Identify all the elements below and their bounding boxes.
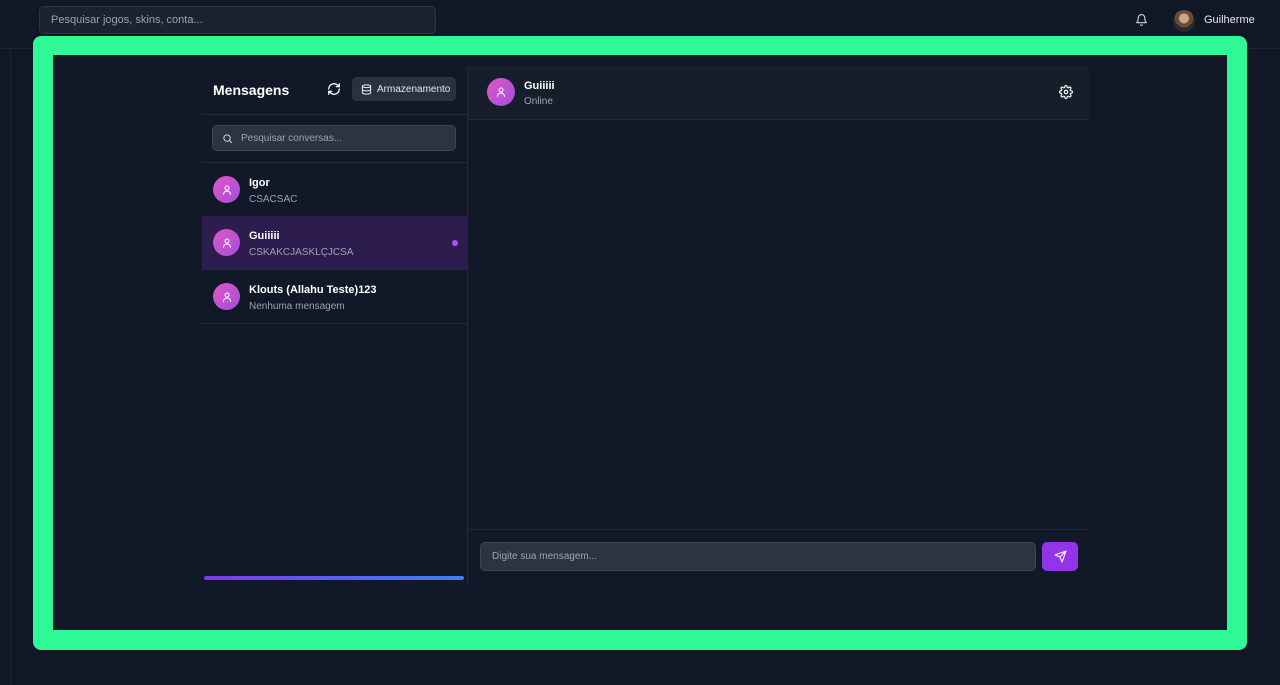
- user-name[interactable]: Guilherme: [1204, 14, 1255, 26]
- conversation-preview: CSKAKCJASKLÇJCSA: [249, 247, 354, 258]
- search-icon: [223, 133, 233, 143]
- conversation-preview: CSACSAC: [249, 194, 298, 205]
- conversation-item-igor[interactable]: Igor CSACSAC: [202, 163, 467, 217]
- bell-icon[interactable]: [1133, 12, 1149, 28]
- chat-messages-area: [468, 120, 1089, 529]
- user-avatar[interactable]: [1173, 10, 1195, 32]
- storage-progress-bar: [204, 576, 464, 580]
- conversation-preview: Nenhuma mensagem: [249, 301, 345, 312]
- database-icon: [361, 83, 372, 95]
- avatar: [213, 229, 240, 256]
- storage-button[interactable]: Armazenamento: [352, 77, 456, 101]
- conversation-search-input[interactable]: Pesquisar conversas...: [212, 125, 456, 151]
- chat-contact-status: Online: [524, 96, 553, 107]
- avatar: [213, 283, 240, 310]
- user-icon: [222, 238, 231, 248]
- message-input[interactable]: Digite sua mensagem...: [480, 542, 1036, 571]
- chat-contact-name: Guiiiii: [524, 80, 555, 92]
- unread-indicator: [452, 240, 458, 246]
- sidebar-title: Mensagens: [213, 82, 290, 98]
- global-search-input[interactable]: Pesquisar jogos, skins, conta...: [39, 6, 436, 34]
- avatar: [487, 78, 515, 106]
- conversation-name: Klouts (Allahu Teste)123: [249, 284, 377, 296]
- sidebar-header: Mensagens Armazenamento: [202, 66, 467, 115]
- storage-button-label: Armazenamento: [377, 83, 451, 95]
- conversation-name: Igor: [249, 177, 270, 189]
- conversation-name: Guiiiii: [249, 230, 280, 242]
- user-icon: [222, 185, 231, 195]
- send-button[interactable]: [1042, 542, 1078, 571]
- gear-icon: [1059, 85, 1073, 99]
- global-search-placeholder: Pesquisar jogos, skins, conta...: [51, 14, 203, 26]
- conversation-item-klouts[interactable]: Klouts (Allahu Teste)123 Nenhuma mensage…: [202, 270, 467, 324]
- conversation-search-placeholder: Pesquisar conversas...: [241, 132, 343, 144]
- chat-header: Guiiiii Online: [468, 66, 1089, 120]
- page-divider: [10, 48, 11, 685]
- user-icon: [497, 87, 505, 97]
- conversation-item-guiiiii[interactable]: Guiiiii CSKAKCJASKLÇJCSA: [202, 216, 467, 270]
- message-input-placeholder: Digite sua mensagem...: [492, 551, 598, 562]
- send-icon: [1054, 550, 1066, 563]
- chat-panel: Guiiiii Online Digite sua mensagem...: [467, 66, 1089, 586]
- chat-composer: Digite sua mensagem...: [468, 529, 1089, 587]
- storage-progress-fill: [204, 576, 464, 580]
- refresh-button[interactable]: [325, 80, 342, 97]
- chat-settings-button[interactable]: [1058, 84, 1074, 100]
- avatar: [213, 176, 240, 203]
- conversations-sidebar: Mensagens Armazenamento Pesquisar conver…: [202, 66, 467, 586]
- user-icon: [222, 292, 231, 302]
- refresh-icon: [327, 82, 340, 95]
